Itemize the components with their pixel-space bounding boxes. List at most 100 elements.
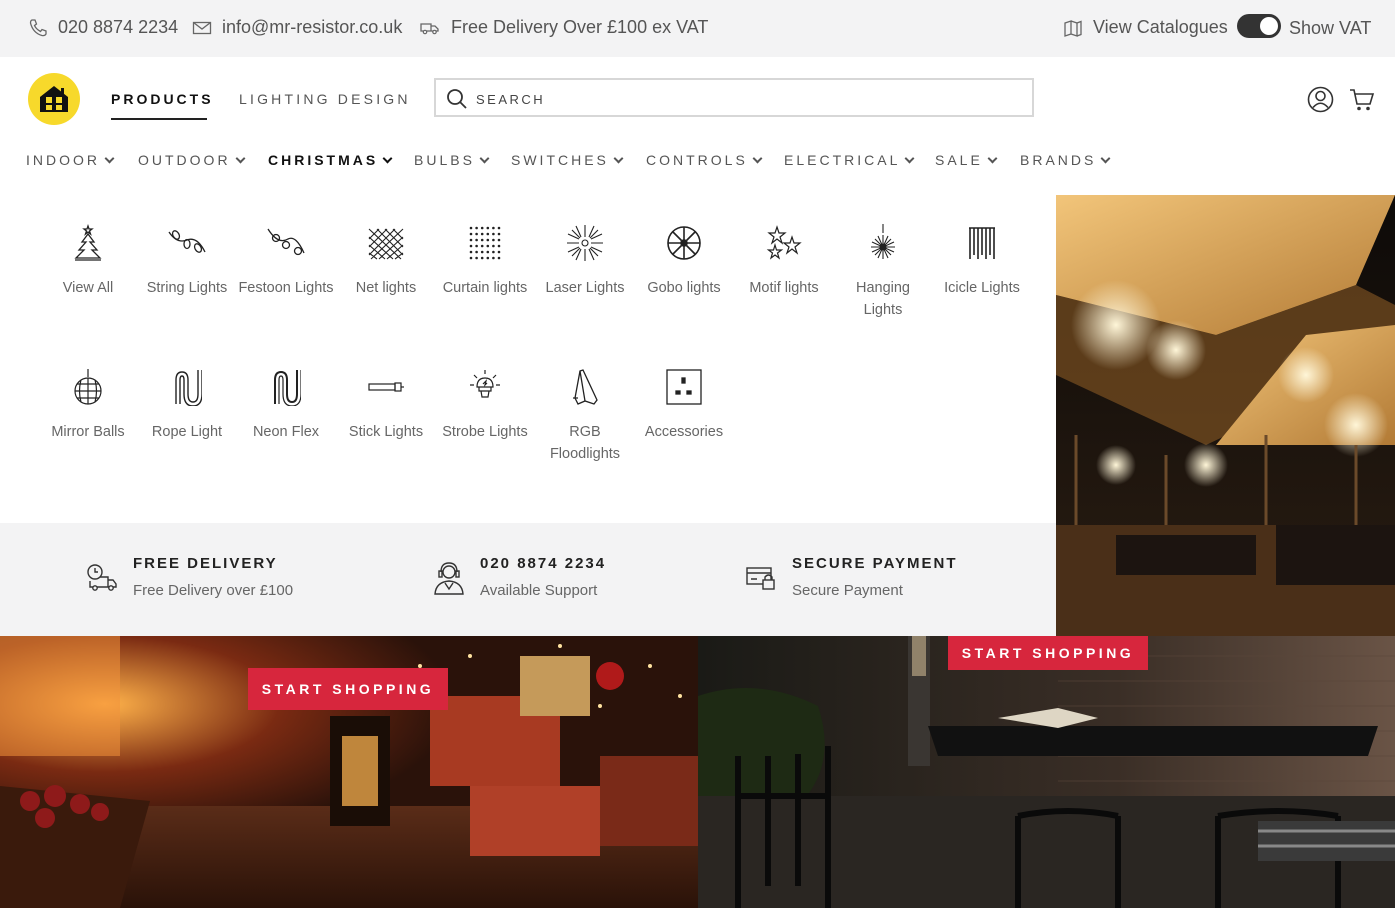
promo-image[interactable]	[1056, 195, 1395, 636]
search-input[interactable]	[476, 89, 1016, 109]
cat-outdoor[interactable]: OUTDOOR	[138, 152, 246, 168]
info-support: 020 8874 2234 Available Support	[480, 555, 606, 599]
cat-label: ELECTRICAL	[784, 152, 901, 168]
subcat-mirror-balls[interactable]: Mirror Balls	[40, 365, 136, 443]
chevron-down-icon	[752, 153, 763, 163]
cart-button[interactable]	[1349, 88, 1375, 117]
email-link[interactable]: info@mr-resistor.co.uk	[192, 17, 402, 38]
cat-label: BULBS	[414, 152, 475, 168]
chevron-down-icon	[382, 153, 393, 163]
info-sub: Available Support	[480, 582, 598, 599]
chevron-down-icon	[904, 153, 915, 163]
string-lights-icon	[168, 230, 206, 253]
subcat-icicle-lights[interactable]: Icicle Lights	[934, 221, 1030, 299]
email-text: info@mr-resistor.co.uk	[222, 17, 403, 37]
info-title: FREE DELIVERY	[133, 555, 278, 572]
subcat-view-all[interactable]: View All	[40, 221, 136, 299]
subcat-rope-light[interactable]: Rope Light	[139, 365, 235, 443]
subcat-motif-lights[interactable]: Motif lights	[736, 221, 832, 299]
support-agent-icon	[434, 562, 464, 595]
subcat-stick-lights[interactable]: Stick Lights	[338, 365, 434, 443]
phone-link[interactable]: 020 8874 2234	[28, 17, 178, 38]
cat-sale[interactable]: SALE	[935, 152, 998, 168]
subcat-gobo-lights[interactable]: Gobo lights	[636, 221, 732, 299]
cat-label: OUTDOOR	[138, 152, 231, 168]
subcat-label: Gobo lights	[647, 280, 721, 296]
subcat-label: View All	[62, 280, 114, 296]
rope-light-icon	[175, 370, 202, 406]
search-icon	[447, 89, 467, 109]
subcat-label: Laser Lights	[545, 280, 625, 296]
mirror-ball-icon	[74, 369, 102, 405]
start-shopping-button-outdoor[interactable]: START SHOPPING	[948, 636, 1148, 670]
hanging-burst-icon	[871, 224, 895, 259]
subcat-label: Icicle Lights	[944, 280, 1020, 296]
delivery-text: Free Delivery Over £100 ex VAT	[451, 17, 709, 37]
subcat-label: Neon Flex	[252, 424, 320, 440]
cat-bulbs[interactable]: BULBS	[414, 152, 490, 168]
subcat-label: String Lights	[146, 280, 228, 296]
cat-indoor[interactable]: INDOOR	[26, 152, 115, 168]
info-sub: Free Delivery over £100	[133, 582, 294, 599]
cat-controls[interactable]: CONTROLS	[646, 152, 763, 168]
nav-products[interactable]: PRODUCTS	[111, 91, 214, 107]
subcat-label: Motif lights	[749, 280, 819, 296]
subcat-curtain-lights[interactable]: Curtain lights	[437, 221, 533, 299]
chevron-down-icon	[613, 153, 624, 163]
truck-icon	[420, 22, 439, 34]
chevron-down-icon	[1100, 153, 1111, 163]
outdoor-banner[interactable]: START SHOPPING	[698, 636, 1395, 908]
phone-icon	[29, 18, 47, 36]
subcat-accessories[interactable]: Accessories	[636, 365, 732, 443]
info-secure-payment: SECURE PAYMENT Secure Payment	[792, 555, 958, 599]
show-vat-toggle[interactable]	[1237, 14, 1281, 38]
christmas-banner[interactable]: START SHOPPING	[0, 636, 698, 908]
subcat-label: RGB Floodlights	[549, 424, 621, 462]
curtain-lights-icon	[469, 226, 501, 260]
account-button[interactable]	[1307, 86, 1334, 118]
site-logo[interactable]	[28, 73, 80, 125]
search-box[interactable]	[434, 78, 1034, 117]
start-shopping-button-christmas[interactable]: START SHOPPING	[248, 668, 448, 710]
subcat-label: Hanging Lights	[855, 280, 910, 318]
catalogues-link[interactable]: View Catalogues	[1063, 17, 1228, 38]
chevron-down-icon	[987, 153, 998, 163]
cat-label: CONTROLS	[646, 152, 748, 168]
subcat-festoon-lights[interactable]: Festoon Lights	[238, 221, 334, 299]
delivery-info: Free Delivery Over £100 ex VAT	[419, 17, 708, 38]
outdoor-patio-image	[698, 636, 1395, 908]
subcat-neon-flex[interactable]: Neon Flex	[238, 365, 334, 443]
nav-active-underline	[111, 118, 207, 120]
stick-light-icon	[368, 382, 404, 392]
subcat-label: Stick Lights	[348, 424, 424, 440]
cat-christmas[interactable]: CHRISTMAS	[268, 152, 393, 168]
subcat-label: Curtain lights	[442, 280, 528, 296]
cat-label: CHRISTMAS	[268, 152, 379, 168]
neon-flex-icon	[274, 370, 301, 406]
nav-lighting-design[interactable]: LIGHTING DESIGN	[239, 91, 411, 107]
cat-label: SWITCHES	[511, 152, 609, 168]
cat-label: INDOOR	[26, 152, 100, 168]
delivery-truck-icon	[87, 564, 117, 591]
info-strip: FREE DELIVERY Free Delivery over £100 02…	[0, 523, 1056, 636]
phone-text: 020 8874 2234	[58, 17, 179, 37]
subcat-label: Net lights	[355, 280, 417, 296]
subcat-hanging-lights[interactable]: Hanging Lights	[835, 221, 931, 321]
cat-brands[interactable]: BRANDS	[1020, 152, 1111, 168]
subcat-laser-lights[interactable]: Laser Lights	[537, 221, 633, 299]
house-logo-icon	[40, 86, 68, 112]
catalogues-text: View Catalogues	[1093, 17, 1228, 37]
subcat-rgb-floodlights[interactable]: RGB Floodlights	[537, 365, 633, 465]
book-icon	[1064, 19, 1082, 37]
net-lights-icon	[368, 228, 404, 260]
laser-icon	[567, 225, 603, 261]
subcat-strobe-lights[interactable]: Strobe Lights	[437, 365, 533, 443]
floodlight-icon	[573, 369, 598, 405]
cat-switches[interactable]: SWITCHES	[511, 152, 624, 168]
cat-label: BRANDS	[1020, 152, 1097, 168]
cat-electrical[interactable]: ELECTRICAL	[784, 152, 915, 168]
cart-icon	[1350, 89, 1375, 111]
subcat-net-lights[interactable]: Net lights	[338, 221, 434, 299]
subcat-string-lights[interactable]: String Lights	[139, 221, 235, 299]
info-title: SECURE PAYMENT	[792, 555, 958, 572]
